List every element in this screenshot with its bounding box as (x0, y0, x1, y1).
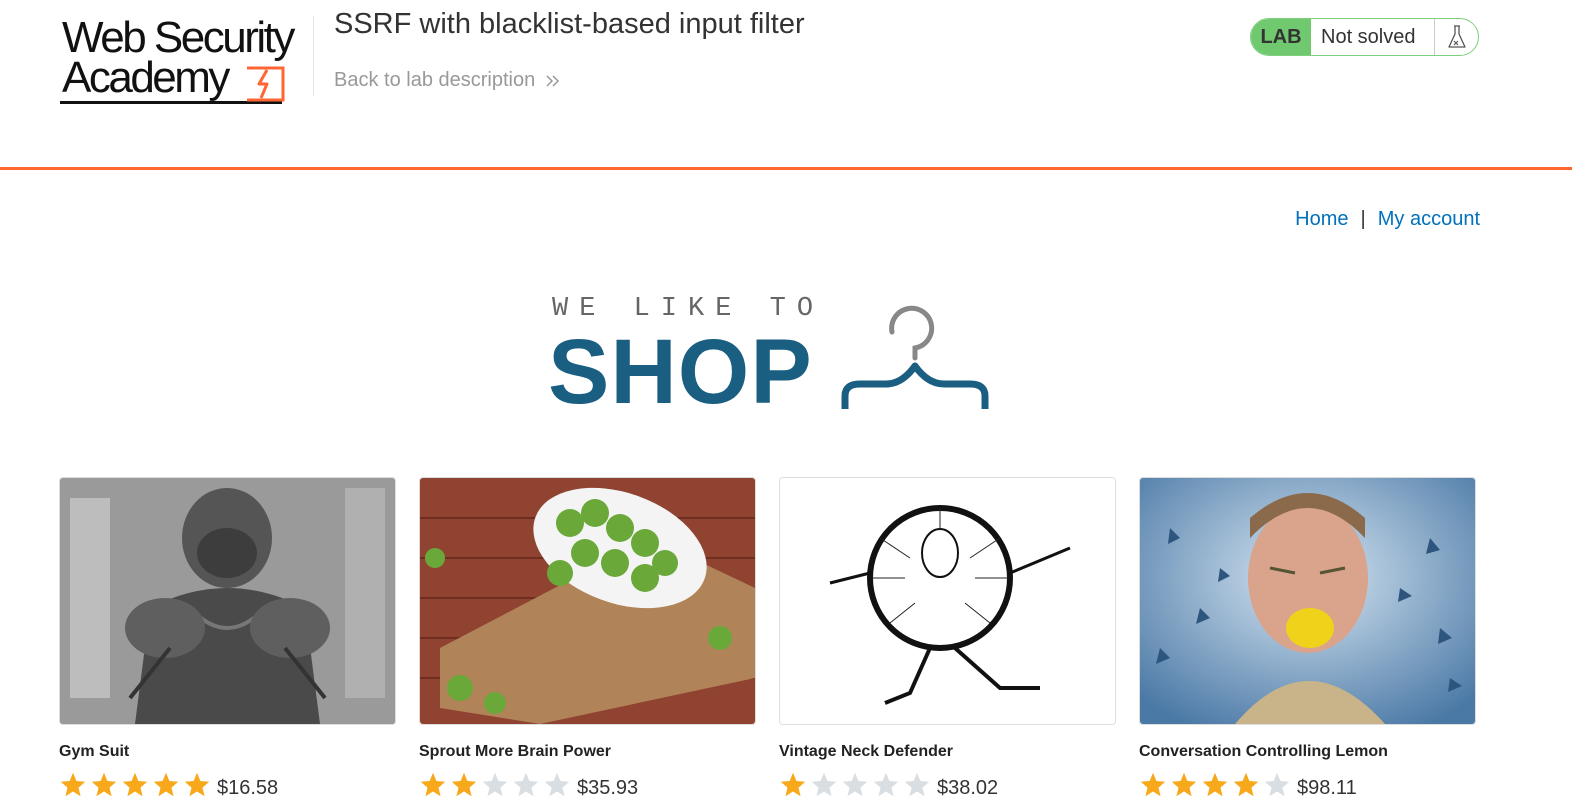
star-empty-icon (482, 772, 508, 796)
product-card[interactable]: Sprout More Brain Power $35.93 (419, 477, 756, 799)
product-image-neck-defender[interactable] (779, 477, 1116, 725)
lightning-bolt-icon (247, 66, 285, 102)
star-filled-icon (1202, 772, 1228, 796)
star-filled-icon (1140, 772, 1166, 796)
product-rating: $16.58 (59, 769, 278, 800)
product-card[interactable]: Vintage Neck Defender $38.02 (779, 477, 1116, 799)
star-filled-icon (60, 772, 86, 796)
double-chevron-right-icon (545, 73, 561, 89)
star-empty-icon (873, 772, 899, 796)
web-security-academy-logo[interactable]: Web Security Academy (60, 16, 312, 108)
hanger-icon (841, 305, 989, 409)
product-image-gym-suit[interactable] (59, 477, 396, 725)
star-filled-icon (184, 772, 210, 796)
star-rating (419, 771, 574, 799)
neck-defender-illustration (780, 478, 1115, 724)
lab-status-widget: LAB Not solved (1250, 18, 1479, 56)
product-price: $98.11 (1297, 777, 1357, 799)
product-image-sprouts[interactable] (419, 477, 756, 725)
star-filled-icon (1233, 772, 1259, 796)
product-card[interactable]: Conversation Controlling Lemon $98.11 (1139, 477, 1476, 799)
star-filled-icon (420, 772, 446, 796)
product-price: $35.93 (577, 777, 639, 799)
logo-text-line2: Academy (62, 53, 230, 102)
product-card[interactable]: Gym Suit $16.58 (59, 477, 396, 799)
product-name: Conversation Controlling Lemon (1139, 743, 1388, 760)
lab-status-text: Not solved (1311, 19, 1435, 55)
star-filled-icon (122, 772, 148, 796)
flask-icon (1435, 19, 1478, 55)
lab-header: Web Security Academy SSRF with blacklist… (0, 0, 1572, 170)
top-navigation: Home | My account (1295, 208, 1480, 231)
star-empty-icon (904, 772, 930, 796)
back-to-lab-description-link[interactable]: Back to lab description (334, 69, 561, 92)
product-price: $38.02 (937, 777, 999, 799)
star-filled-icon (91, 772, 117, 796)
product-name: Vintage Neck Defender (779, 743, 953, 760)
star-rating (1139, 771, 1294, 799)
back-link-label: Back to lab description (334, 69, 536, 91)
banner-tagline-big: SHOP (548, 321, 813, 423)
product-name: Gym Suit (59, 743, 130, 760)
product-rating: $98.11 (1139, 769, 1357, 800)
product-price: $16.58 (217, 777, 279, 799)
star-filled-icon (153, 772, 179, 796)
star-empty-icon (513, 772, 539, 796)
product-name: Sprout More Brain Power (419, 743, 612, 760)
star-filled-icon (1171, 772, 1197, 796)
star-empty-icon (544, 772, 570, 796)
banner-tagline-small: WE LIKE TO (552, 294, 825, 324)
shop-banner: WE LIKE TO SHOP (548, 292, 995, 422)
star-rating (779, 771, 934, 799)
star-empty-icon (1264, 772, 1290, 796)
header-orange-rule (0, 167, 1572, 170)
product-image-lemon[interactable] (1139, 477, 1476, 725)
lemon-photo (1140, 478, 1475, 724)
star-filled-icon (780, 772, 806, 796)
product-rating: $35.93 (419, 769, 638, 800)
lab-badge: LAB (1251, 19, 1311, 55)
star-empty-icon (811, 772, 837, 796)
product-rating: $38.02 (779, 769, 998, 800)
my-account-link[interactable]: My account (1378, 208, 1480, 231)
lab-title: SSRF with blacklist-based input filter (334, 8, 805, 40)
gym-suit-photo (60, 478, 395, 724)
star-rating (59, 771, 214, 799)
header-divider (313, 16, 314, 96)
star-filled-icon (451, 772, 477, 796)
home-link[interactable]: Home (1295, 208, 1348, 231)
nav-separator: | (1360, 208, 1366, 230)
star-empty-icon (842, 772, 868, 796)
sprouts-photo (420, 478, 755, 724)
